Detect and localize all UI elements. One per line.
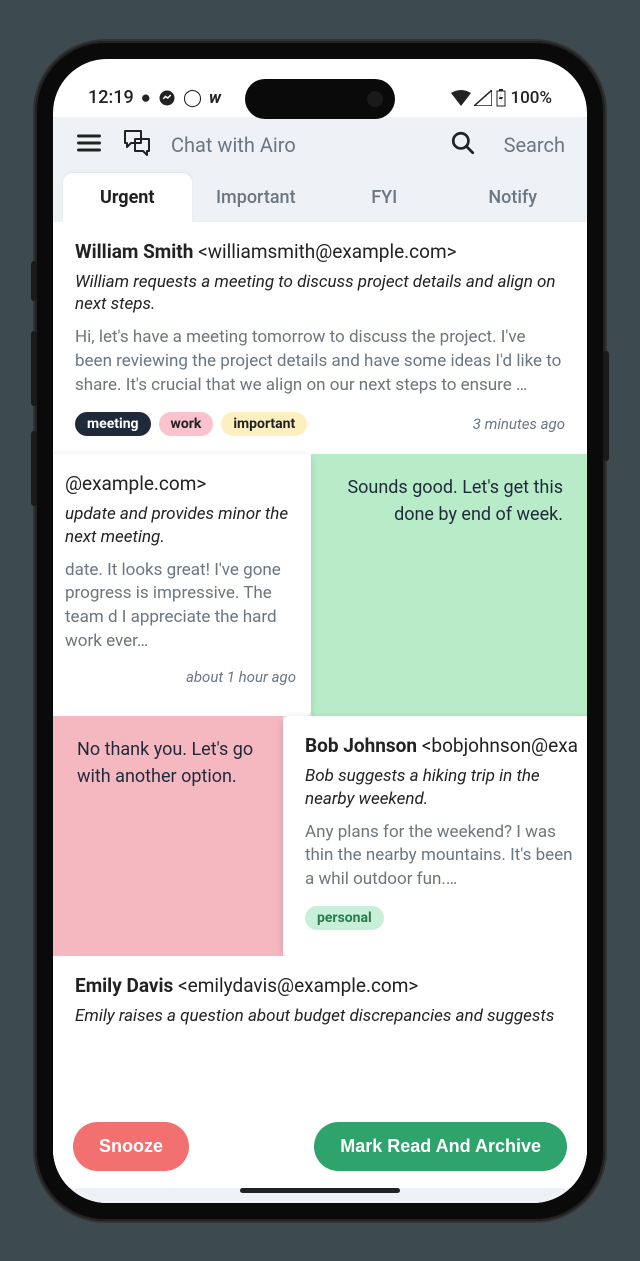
email-card[interactable]: @example.com> update and provides minor … [53,454,311,716]
phone-frame: 12:19 ● ◯ w 100% Chat with [35,41,605,1221]
wifi-icon [451,90,471,106]
email-sender: Bob Johnson <bobjohnson@exa [305,734,585,757]
status-left: 12:19 ● ◯ w [88,87,221,108]
email-card[interactable]: Emily Davis <emilydavis@example.com> Emi… [53,956,587,1056]
sender-email: <emilydavis@example.com> [178,974,418,997]
top-bar: Chat with Airo Search [53,117,587,173]
signal-icon [474,90,492,106]
email-card[interactable]: William Smith <williamsmith@example.com>… [53,222,587,454]
circle-icon: ◯ [183,88,202,108]
tag-row: about 1 hour ago [65,668,296,686]
status-right: 100% [451,88,552,108]
sender-name: Emily Davis [75,974,173,997]
volume-down [31,431,37,506]
email-summary: Emily raises a question about budget dis… [75,1005,565,1028]
power-button [603,351,609,461]
home-indicator[interactable] [240,1188,400,1193]
app-icon: w [209,88,221,108]
swipe-action-archive[interactable]: Sounds good. Let's get this done by end … [311,454,587,716]
tab-fyi[interactable]: FYI [320,173,449,222]
battery-percent: 100% [510,88,552,108]
tab-notify[interactable]: Notify [449,173,578,222]
email-swipe-row[interactable]: @example.com> update and provides minor … [53,454,587,716]
email-summary: update and provides minor the next meeti… [65,503,296,549]
email-card[interactable]: Bob Johnson <bobjohnson@exa Bob suggests… [283,716,587,956]
sender-email: <williamsmith@example.com> [198,240,457,263]
tag-meeting[interactable]: meeting [75,412,151,436]
chat-label[interactable]: Chat with Airo [171,133,432,157]
swipe-text: No thank you. Let's go with another opti… [77,736,259,790]
swipe-text: Sounds good. Let's get this done by end … [335,474,563,528]
email-preview: date. It looks great! I've gone progress… [65,559,296,654]
tag-important[interactable]: important [221,412,307,436]
tabs: Urgent Important FYI Notify [53,173,587,222]
bottom-actions: Snooze Mark Read And Archive [53,1122,587,1171]
messenger-icon [158,89,176,107]
sender-name: William Smith [75,240,193,263]
notification-dot-icon: ● [141,88,151,108]
battery-charging-icon [495,89,507,107]
volume-up [31,331,37,406]
email-list[interactable]: William Smith <williamsmith@example.com>… [53,222,587,1188]
tag-personal[interactable]: personal [305,906,384,930]
email-swipe-row[interactable]: No thank you. Let's go with another opti… [53,716,587,956]
tab-important[interactable]: Important [192,173,321,222]
dynamic-island [245,79,395,119]
chat-icon[interactable] [121,127,153,163]
search-icon[interactable] [450,130,476,160]
sender-email: <bobjohnson@exa [422,734,578,757]
email-sender: Emily Davis <emilydavis@example.com> [75,974,565,997]
tab-urgent[interactable]: Urgent [63,173,192,222]
email-summary: William requests a meeting to discuss pr… [75,271,565,317]
sender-name: Bob Johnson [305,734,417,757]
timestamp: about 1 hour ago [186,668,296,686]
archive-button[interactable]: Mark Read And Archive [314,1122,567,1171]
snooze-button[interactable]: Snooze [73,1122,189,1171]
screen: 12:19 ● ◯ w 100% Chat with [53,59,587,1203]
tag-row: personal [305,906,585,930]
tag-work[interactable]: work [159,412,214,436]
mute-switch [31,261,37,301]
search-label[interactable]: Search [504,133,565,157]
sender-email: @example.com> [65,472,206,495]
swipe-action-snooze[interactable]: No thank you. Let's go with another opti… [53,716,283,956]
menu-icon[interactable] [75,129,103,161]
email-summary: Bob suggests a hiking trip in the nearby… [305,765,585,811]
email-sender: William Smith <williamsmith@example.com> [75,240,565,263]
timestamp: 3 minutes ago [473,415,565,433]
email-preview: Any plans for the weekend? I was thin th… [305,821,585,892]
tag-row: meeting work important 3 minutes ago [75,412,565,436]
app-content: Chat with Airo Search Urgent Important F… [53,117,587,1203]
email-sender: @example.com> [65,472,296,495]
status-time: 12:19 [88,87,134,108]
email-preview: Hi, let's have a meeting tomorrow to dis… [75,326,565,397]
